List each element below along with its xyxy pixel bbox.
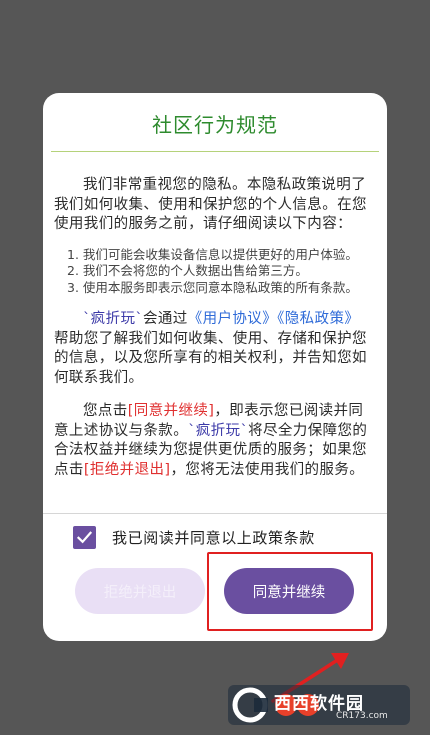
- agreement-paragraph: `疯折玩`会通过《用户协议》《隐私政策》帮助您了解我们如何收集、使用、存储和保护…: [54, 310, 372, 388]
- agree-checkbox[interactable]: [73, 525, 96, 549]
- watermark-logo: 西西软件园 CR173.com: [228, 685, 410, 725]
- paragraph-text: ，您将无法使用我们的服务。: [170, 461, 365, 478]
- agree-mark: [同意并继续]: [127, 403, 215, 419]
- list-item: 2. 我们不会将您的个人数据出售给第三方。: [67, 263, 308, 278]
- list-item: 1. 我们可能会收集设备信息以提供更好的用户体验。: [67, 246, 358, 262]
- dialog-title: 社区行为规范: [152, 113, 278, 137]
- privacy-policy-link[interactable]: 《隐私政策》: [277, 311, 359, 327]
- refuse-mark: [拒绝并退出]: [83, 461, 171, 478]
- content-divider: [43, 513, 387, 514]
- list-item: 3. 使用本服务即表示您同意本隐私政策的所有条款。: [67, 279, 358, 295]
- paragraph-text: 会通过: [143, 311, 188, 327]
- title-divider: [51, 151, 379, 152]
- app-name: `疯折玩`: [83, 311, 143, 327]
- policy-content[interactable]: 我们非常重视您的隐私。本隐私政策说明了我们如何收集、使用和保护您的个人信息。在您…: [54, 176, 372, 508]
- paragraph-text: 您点击: [83, 403, 128, 419]
- checkmark-icon: [76, 530, 93, 543]
- app-name: `疯折玩`: [188, 422, 249, 439]
- paragraph-text: 帮助您了解我们如何收集、使用、存储和保护您的信息，以及您所享有的相关权利，并告知…: [54, 330, 367, 386]
- user-agreement-link[interactable]: 《用户协议》: [188, 311, 277, 327]
- agree-row[interactable]: 我已阅读并同意以上政策条款: [73, 524, 315, 550]
- app-screen: 社区行为规范 我们非常重视您的隐私。本隐私政策说明了我们如何收集、使用和保护您的…: [0, 0, 430, 735]
- agree-checkbox-label[interactable]: 我已阅读并同意以上政策条款: [112, 527, 315, 548]
- refuse-button[interactable]: 拒绝并退出: [75, 568, 205, 614]
- intro-paragraph: 我们非常重视您的隐私。本隐私政策说明了我们如何收集、使用和保护您的个人信息。在您…: [54, 177, 367, 232]
- policy-list: 1. 我们可能会收集设备信息以提供更好的用户体验。 2. 我们不会将您的个人数据…: [54, 247, 372, 297]
- highlight-box: [207, 552, 373, 631]
- watermark-url: CR173.com: [336, 711, 388, 721]
- consent-paragraph: 您点击[同意并继续]，即表示您已阅读并同意上述协议与条款。`疯折玩`将尽全力保障…: [54, 402, 372, 480]
